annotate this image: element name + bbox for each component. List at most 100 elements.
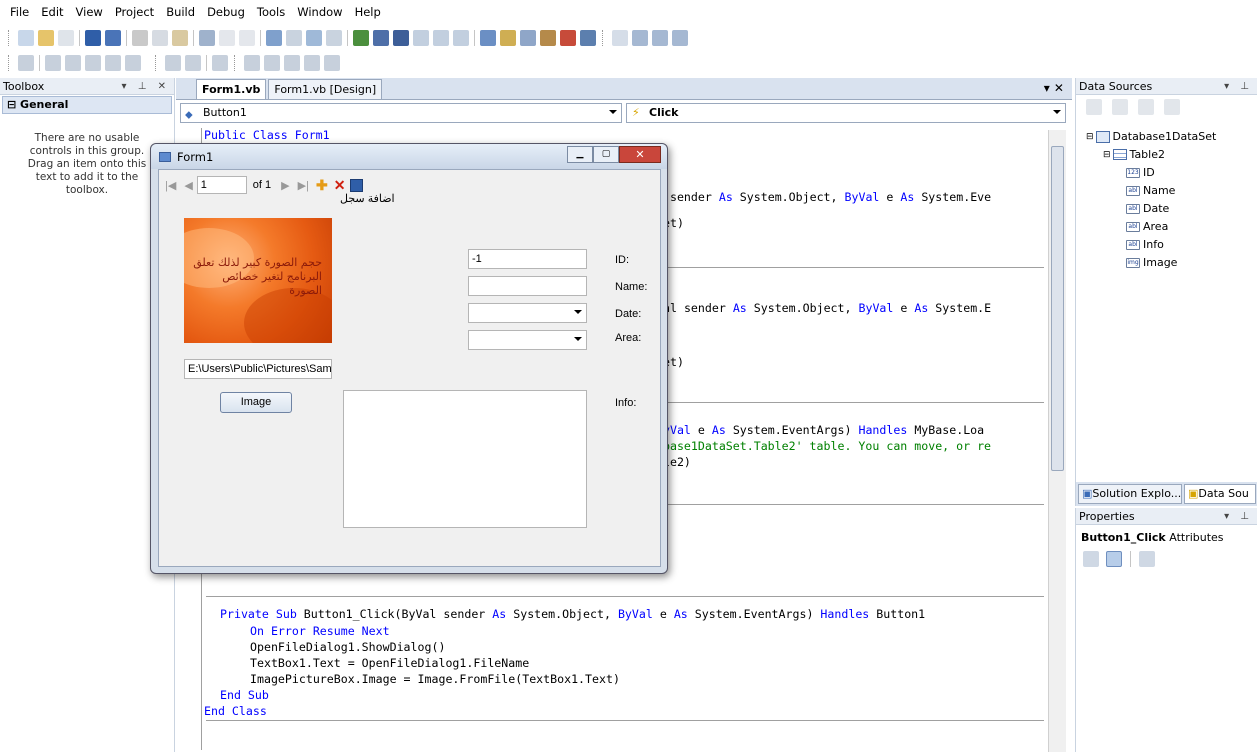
stop-icon[interactable] [393,29,409,46]
move-last-icon[interactable]: ▶| [294,179,313,192]
move-previous-icon[interactable]: ◀ [180,179,196,192]
close-icon[interactable]: ✕ [619,146,661,163]
object-browser-icon[interactable] [520,29,536,46]
start-page-icon[interactable] [580,29,596,46]
panel-window-controls[interactable]: ▾ ⊥ [1224,508,1257,524]
tab-solution-explorer[interactable]: ▣Solution Explo... [1078,484,1182,504]
object-dropdown[interactable]: ⬥ Button1 [180,103,622,123]
path-textbox[interactable]: E:\Users\Public\Pictures\Sam [184,359,332,379]
code-line-showdialog[interactable]: OpenFileDialog1.ShowDialog() [250,640,445,656]
code-line-4[interactable]: Val sender As System.Object, ByVal e As … [656,301,991,317]
solution-explorer-icon[interactable] [480,29,496,46]
uncomment-icon[interactable] [239,29,255,46]
save-icon[interactable] [85,29,101,46]
tree-field-image[interactable]: img Image [1126,256,1177,269]
toolbox-icon[interactable] [540,29,556,46]
code-line-2[interactable]: 1 sender As System.Object, ByVal e As Sy… [656,190,991,206]
collapse-icon[interactable]: ⊟ [1103,150,1111,160]
date-combobox[interactable] [468,303,587,323]
add-item-icon[interactable] [58,29,74,46]
tree-dataset[interactable]: ⊟ Database1DataSet [1086,130,1216,143]
center-vertical-icon[interactable] [304,54,320,71]
tree-table[interactable]: ⊟ Table2 [1103,148,1165,161]
minimize-icon[interactable]: ▁ [567,146,593,163]
data-sources-icon[interactable] [560,29,576,46]
move-next-icon[interactable]: ▶ [277,179,293,192]
find-in-files-icon[interactable] [612,29,628,46]
undo-icon[interactable] [266,29,282,46]
property-pages-icon[interactable] [1139,551,1155,567]
window-layout-icon[interactable] [632,29,648,46]
refresh-icon[interactable] [1164,99,1180,115]
code-line-6[interactable]: ByVal e As System.EventArgs) Handles MyB… [656,423,984,439]
info-textarea[interactable] [343,390,587,528]
menu-window[interactable]: Window [291,0,348,24]
lock-controls-icon[interactable] [264,54,280,71]
properties-object[interactable]: Button1_Click Attributes [1076,525,1257,548]
align-right-icon[interactable] [85,54,101,71]
code-line-7[interactable]: abase1DataSet.Table2' table. You can mov… [656,439,991,455]
same-width-icon[interactable] [165,54,181,71]
align-middle-icon[interactable] [125,54,141,71]
menu-help[interactable]: Help [349,0,387,24]
new-project-icon[interactable] [18,29,34,46]
step-into-icon[interactable] [413,29,429,46]
maximize-icon[interactable]: ▢ [593,146,619,163]
align-top-icon[interactable] [105,54,121,71]
bring-front-icon[interactable] [212,54,228,71]
align-center-icon[interactable] [65,54,81,71]
step-over-icon[interactable] [433,29,449,46]
toolbox-group-general[interactable]: ⊟ General [2,96,172,114]
paste-icon[interactable] [172,29,188,46]
editor-scrollbar[interactable] [1048,130,1066,752]
panel-window-controls[interactable]: ▾ ⊥ [1224,78,1257,94]
code-line-on-error[interactable]: On Error Resume Next [250,624,390,640]
copy-icon[interactable] [152,29,168,46]
tab-data-sources[interactable]: ▣Data Sou [1184,484,1256,504]
start-debug-icon[interactable] [353,29,369,46]
comment-icon[interactable] [219,29,235,46]
code-line-sub[interactable]: Private Sub Button1_Click(ByVal sender A… [220,607,925,623]
categorized-icon[interactable] [1083,551,1099,567]
configure-dataset-icon[interactable] [1138,99,1154,115]
menu-project[interactable]: Project [109,0,160,24]
move-first-icon[interactable]: |◀ [161,179,180,192]
tree-field-area[interactable]: abl Area [1126,220,1168,233]
open-folder-icon[interactable] [38,29,54,46]
toolbar-grip[interactable] [8,29,12,46]
send-back-icon[interactable] [324,54,340,71]
add-data-source-icon[interactable] [1086,99,1102,115]
tree-field-date[interactable]: abl Date [1126,202,1169,215]
command-window-icon[interactable] [652,29,668,46]
step-out-icon[interactable] [453,29,469,46]
menu-debug[interactable]: Debug [201,0,251,24]
area-combobox[interactable] [468,330,587,350]
collapse-icon[interactable]: ⊟ [1086,132,1094,142]
edit-dataset-icon[interactable] [1112,99,1128,115]
align-left-icon[interactable] [45,54,61,71]
code-line-picturebox[interactable]: ImagePictureBox.Image = Image.FromFile(T… [250,672,620,688]
tree-field-id[interactable]: 123 ID [1126,166,1155,179]
cut-icon[interactable] [132,29,148,46]
code-line-endsub[interactable]: End Sub [220,688,269,704]
image-button[interactable]: Image [220,392,292,413]
toolbox-window-controls[interactable]: ▾ ⊥ ✕ [122,78,174,94]
id-textbox[interactable]: -1 [468,249,587,269]
menu-edit[interactable]: Edit [35,0,69,24]
find-icon[interactable] [199,29,215,46]
pause-icon[interactable] [373,29,389,46]
tab-form1-design[interactable]: Form1.vb [Design] [268,79,383,99]
alphabetical-icon[interactable] [1106,551,1122,567]
menu-tools[interactable]: Tools [251,0,291,24]
add-new-icon[interactable]: ✚ [313,177,331,194]
save-data-icon[interactable] [350,178,364,192]
menu-file[interactable]: File [4,0,35,24]
event-dropdown[interactable]: ⚡ Click [626,103,1066,123]
form1-titlebar[interactable]: Form1 ▁ ▢ ✕ [151,144,667,169]
code-line-1[interactable]: Public Class Form1 [204,128,330,144]
menu-view[interactable]: View [70,0,109,24]
output-window-icon[interactable] [672,29,688,46]
scroll-thumb[interactable] [1051,146,1064,471]
code-line-textbox[interactable]: TextBox1.Text = OpenFileDialog1.FileName [250,656,529,672]
delete-icon[interactable]: ✕ [331,177,349,194]
